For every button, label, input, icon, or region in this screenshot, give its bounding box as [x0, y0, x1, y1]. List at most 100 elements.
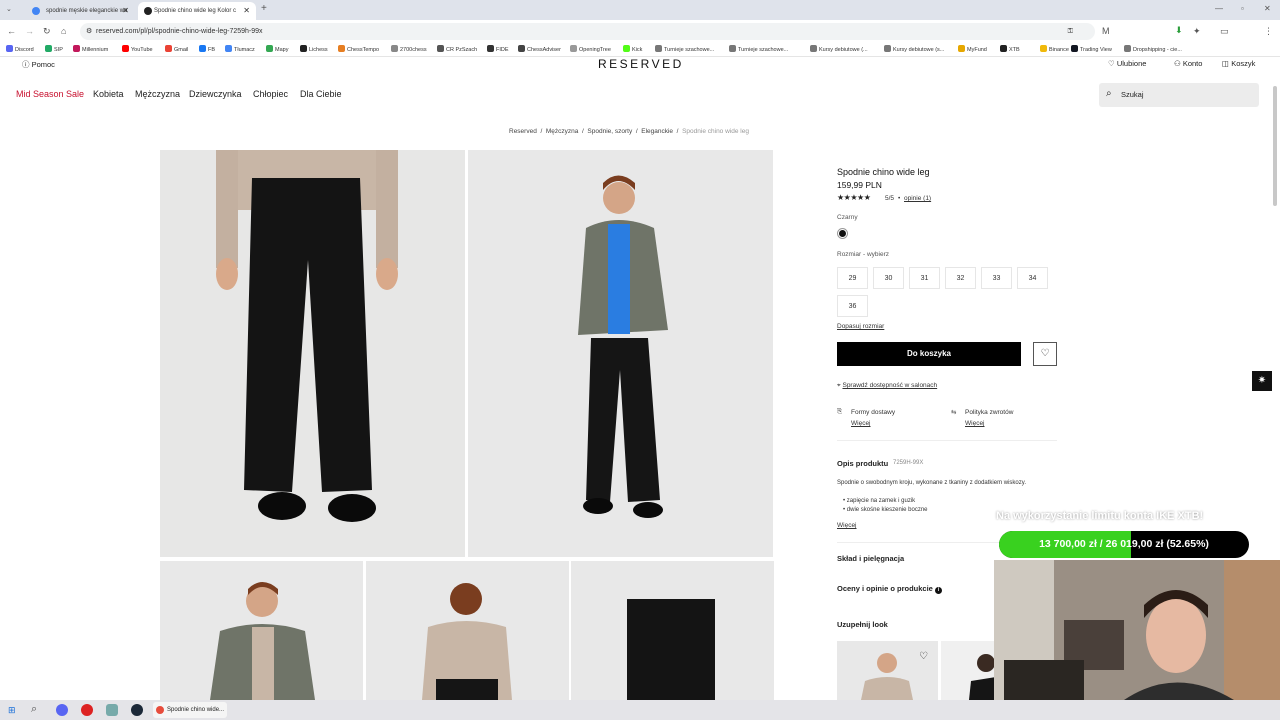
extensions-icon[interactable]: ✦ — [1193, 26, 1201, 36]
bookmark-item[interactable]: Kursy debiutowe (s... — [884, 45, 944, 55]
bookmark-item[interactable]: MyFund — [958, 45, 987, 55]
bookmark-item[interactable]: YouTube — [122, 45, 153, 55]
accessibility-icon[interactable]: ✷ — [1252, 371, 1272, 391]
bookmark-item[interactable]: Gmail — [165, 45, 188, 55]
color-swatch-black[interactable] — [837, 228, 848, 239]
nav-boy[interactable]: Chłopiec — [253, 89, 288, 99]
cast-icon[interactable]: ▭ — [1220, 26, 1229, 36]
bookmark-item[interactable]: CR PzSzach — [437, 45, 477, 55]
add-to-wishlist-button[interactable]: ♡ — [1033, 342, 1057, 366]
bookmark-item[interactable]: SIP — [45, 45, 63, 55]
size-option[interactable]: 31 — [909, 267, 940, 289]
product-photo-back[interactable] — [366, 561, 569, 700]
delivery-more-link[interactable]: Więcej — [851, 420, 871, 427]
size-option[interactable]: 29 — [837, 267, 868, 289]
bookmark-item[interactable]: 2700chess — [391, 45, 427, 55]
bookmark-item[interactable]: Turnieje szachowe... — [655, 45, 714, 55]
nav-for-you[interactable]: Dla Ciebie — [300, 89, 342, 99]
bookmark-item[interactable]: OpeningTree — [570, 45, 611, 55]
fit-size-link[interactable]: Dopasuj rozmiar — [837, 323, 884, 330]
nav-men[interactable]: Mężczyzna — [135, 89, 180, 99]
size-option[interactable]: 33 — [981, 267, 1012, 289]
page-scrollbar-thumb[interactable] — [1273, 86, 1277, 206]
bookmark-item[interactable]: Kursy debiutowe (... — [810, 45, 868, 55]
add-to-cart-button[interactable]: Do koszyka — [837, 342, 1021, 366]
cart-link[interactable]: ◫ Koszyk — [1222, 59, 1255, 68]
address-bar[interactable]: ⚙ reserved.com/pl/pl/spodnie-chino-wide-… — [80, 23, 1095, 40]
app-taskbar-icon[interactable] — [81, 704, 93, 716]
nav-girl[interactable]: Dziewczynka — [189, 89, 242, 99]
bookmark-item[interactable]: Dropshipping - cie... — [1124, 45, 1182, 55]
bookmark-item[interactable]: Millennium — [73, 45, 108, 55]
bookmark-item[interactable]: Trading View — [1071, 45, 1112, 55]
reload-icon[interactable]: ↻ — [43, 26, 51, 36]
chrome-taskbar-item[interactable]: Spodnie chino wide... — [153, 702, 227, 718]
bookmark-item[interactable]: Tłumacz — [225, 45, 255, 55]
site-logo[interactable]: RESERVED — [598, 57, 684, 71]
reviews-link[interactable]: opinie (1) — [904, 195, 931, 202]
bookmark-item[interactable]: Lichess — [300, 45, 328, 55]
search-box[interactable]: ⌕ Szukaj — [1099, 83, 1259, 107]
gmail-icon[interactable]: M — [1102, 26, 1110, 36]
complete-look-item[interactable]: ♡ — [837, 641, 938, 700]
ratings-accordion[interactable]: Oceny i opinie o produkcie i — [837, 584, 942, 594]
search-input[interactable]: Szukaj — [1121, 90, 1144, 99]
bookmark-item[interactable]: Binance — [1040, 45, 1069, 55]
bookmark-item[interactable]: ChessAdviser — [518, 45, 561, 55]
search-icon[interactable]: ⌕ — [31, 704, 37, 715]
download-icon[interactable]: ⬇ — [1175, 25, 1183, 35]
bookmark-item[interactable]: FB — [199, 45, 215, 55]
size-option[interactable]: 30 — [873, 267, 904, 289]
favorites-link[interactable]: ♡ Ulubione — [1108, 59, 1146, 68]
description-title[interactable]: Opis produktu — [837, 459, 888, 468]
size-option[interactable]: 32 — [945, 267, 976, 289]
bookmark-item[interactable]: ChessTempo — [338, 45, 379, 55]
app-taskbar-icon[interactable] — [106, 704, 118, 716]
bookmark-item[interactable]: XTB — [1000, 45, 1020, 55]
complete-look-item[interactable] — [941, 641, 996, 700]
bookmark-item[interactable]: FIDE — [487, 45, 509, 55]
close-tab-icon[interactable]: ✕ — [243, 2, 250, 20]
tab-product[interactable]: Spodnie chino wide leg Kolor c ✕ — [138, 2, 256, 20]
tab-search[interactable]: spodnie męskie eleganckie wo ✕ — [20, 2, 135, 20]
description-more-link[interactable]: Więcej — [837, 522, 857, 529]
menu-icon[interactable]: ⋮ — [1264, 26, 1273, 36]
site-info-icon[interactable]: ⚙ — [86, 23, 92, 40]
steam-taskbar-icon[interactable] — [131, 704, 143, 716]
breadcrumb-item[interactable]: Eleganckie — [641, 128, 673, 135]
breadcrumb-item[interactable]: Mężczyzna — [546, 128, 579, 135]
bookmark-item[interactable]: Kick — [623, 45, 642, 55]
size-option[interactable]: 36 — [837, 295, 868, 317]
tab-search-icon[interactable]: ⌄ — [6, 5, 12, 15]
composition-accordion[interactable]: Skład i pielęgnacja — [837, 554, 904, 563]
help-link[interactable]: ⓘ Pomoc — [22, 59, 55, 70]
product-photo-full-body[interactable] — [468, 150, 773, 557]
new-tab-button[interactable]: + — [261, 4, 267, 14]
minimize-icon[interactable]: — — [1215, 4, 1223, 14]
account-link[interactable]: ⚇ Konto — [1174, 59, 1202, 68]
bookmark-item[interactable]: Turnieje szachowe... — [729, 45, 788, 55]
forward-icon[interactable]: → — [25, 26, 34, 36]
product-photo-detail[interactable] — [160, 561, 363, 700]
nav-sale[interactable]: Mid Season Sale — [16, 89, 84, 99]
nav-women[interactable]: Kobieta — [93, 89, 124, 99]
maximize-icon[interactable]: ▫ — [1241, 4, 1244, 14]
product-photo-front[interactable] — [160, 150, 465, 557]
close-tab-icon[interactable]: ✕ — [122, 2, 129, 20]
windows-start-icon[interactable]: ⊞ — [8, 705, 16, 715]
password-key-icon[interactable]: ⚿ — [1068, 23, 1073, 40]
discord-taskbar-icon[interactable] — [56, 704, 68, 716]
favorites-label: Ulubione — [1116, 59, 1147, 68]
breadcrumb-item[interactable]: Reserved — [509, 128, 537, 135]
product-photo-flat[interactable] — [571, 561, 774, 700]
bookmark-item[interactable]: Discord — [6, 45, 34, 55]
home-icon[interactable]: ⌂ — [61, 26, 66, 36]
breadcrumb-item[interactable]: Spodnie, szorty — [587, 128, 632, 135]
store-availability-link[interactable]: ⌖ Sprawdź dostępność w salonach — [837, 382, 937, 390]
close-window-icon[interactable]: ✕ — [1264, 4, 1271, 14]
returns-more-link[interactable]: Więcej — [965, 420, 985, 427]
heart-icon[interactable]: ♡ — [919, 651, 928, 662]
size-option[interactable]: 34 — [1017, 267, 1048, 289]
bookmark-item[interactable]: Mapy — [266, 45, 288, 55]
back-icon[interactable]: ← — [7, 26, 16, 36]
